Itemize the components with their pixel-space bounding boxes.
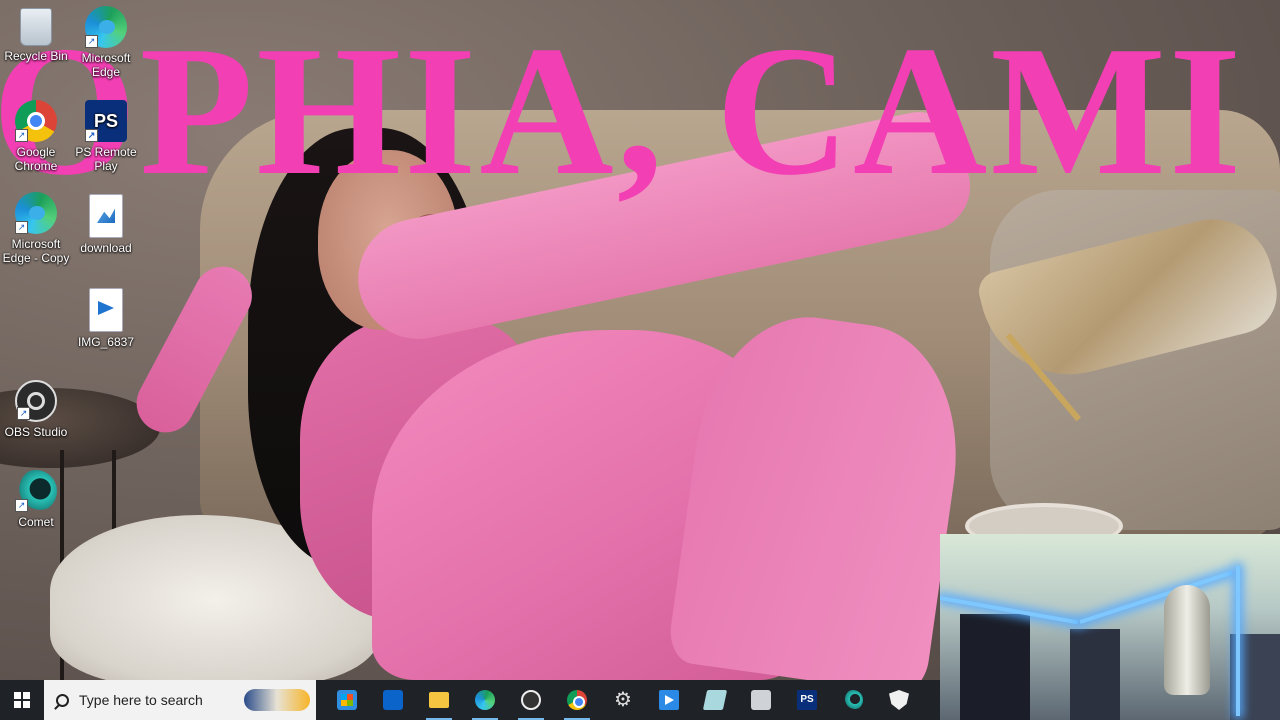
desktop-icon-comet[interactable]: ↗ Comet bbox=[0, 470, 72, 529]
search-highlight-icon bbox=[244, 689, 310, 711]
taskbar-notes[interactable] bbox=[692, 680, 738, 720]
taskbar-mail[interactable] bbox=[370, 680, 416, 720]
desktop-icon-label: download bbox=[80, 241, 132, 255]
taskbar-ps-remote-play[interactable]: PS bbox=[784, 680, 830, 720]
taskbar-obs-studio[interactable] bbox=[508, 680, 554, 720]
webcam-door bbox=[1070, 629, 1120, 720]
desktop-icon-label: IMG_6837 bbox=[77, 335, 135, 349]
desktop-icon-label: Recycle Bin bbox=[4, 49, 68, 63]
desktop-icon-download[interactable]: download bbox=[70, 194, 142, 255]
desktop-icon-label: Comet bbox=[18, 515, 54, 529]
taskbar-microsoft-edge[interactable] bbox=[462, 680, 508, 720]
desktop-icon-label: Microsoft Edge - Copy bbox=[2, 237, 70, 265]
edge-icon bbox=[475, 690, 495, 710]
desktop-icon-label: OBS Studio bbox=[4, 425, 68, 439]
webcam-led-strip bbox=[1236, 566, 1240, 716]
store-icon bbox=[337, 690, 357, 710]
video-icon bbox=[659, 690, 679, 710]
wallpaper-overlay-text: OPHIA, CAMI bbox=[0, 8, 1245, 214]
windows-logo-icon bbox=[14, 692, 30, 708]
image-file-icon bbox=[89, 194, 123, 238]
desktop-icon-label: Microsoft Edge bbox=[81, 51, 131, 79]
taskbar-search-box[interactable]: Type here to search bbox=[44, 680, 316, 720]
taskbar-windows-security[interactable] bbox=[876, 680, 922, 720]
ps-remote-play-icon: PS bbox=[797, 690, 817, 710]
desktop-icon-obs-studio[interactable]: ↗ OBS Studio bbox=[0, 380, 72, 439]
webcam-microphone bbox=[1164, 585, 1210, 695]
obs-icon bbox=[521, 690, 541, 710]
start-button[interactable] bbox=[0, 680, 44, 720]
desktop-icon-ps-remote-play[interactable]: PS ↗ PS Remote Play bbox=[70, 100, 142, 173]
desktop-icon-label: Google Chrome bbox=[14, 145, 58, 173]
webcam-curtain bbox=[960, 614, 1030, 720]
search-placeholder: Type here to search bbox=[79, 692, 203, 708]
desktop-icon-img-6837[interactable]: IMG_6837 bbox=[70, 288, 142, 349]
desktop-icon-recycle-bin[interactable]: Recycle Bin bbox=[0, 8, 72, 63]
edge-icon: ↗ bbox=[15, 192, 57, 234]
note-icon bbox=[702, 690, 728, 710]
taskbar-camera[interactable] bbox=[738, 680, 784, 720]
video-file-icon bbox=[89, 288, 123, 332]
desktop-icon-microsoft-edge-copy[interactable]: ↗ Microsoft Edge - Copy bbox=[0, 192, 72, 265]
camera-icon bbox=[751, 690, 771, 710]
taskbar-file-explorer[interactable] bbox=[416, 680, 462, 720]
taskbar-microsoft-store[interactable] bbox=[324, 680, 370, 720]
desktop-icon-microsoft-edge[interactable]: ↗ Microsoft Edge bbox=[70, 6, 142, 79]
recycle-bin-icon bbox=[20, 8, 52, 46]
desktop-icon-label: PS Remote Play bbox=[75, 145, 137, 173]
comet-icon: ↗ bbox=[15, 470, 57, 512]
taskbar-settings[interactable]: ⚙ bbox=[600, 680, 646, 720]
shield-icon bbox=[889, 690, 909, 710]
ps-remote-play-icon: PS ↗ bbox=[85, 100, 127, 142]
chrome-icon bbox=[567, 690, 587, 710]
desktop-icon-google-chrome[interactable]: ↗ Google Chrome bbox=[0, 100, 72, 173]
edge-icon: ↗ bbox=[85, 6, 127, 48]
taskbar-media-player[interactable] bbox=[646, 680, 692, 720]
folder-icon bbox=[429, 692, 449, 708]
gear-icon: ⚙ bbox=[614, 689, 632, 711]
comet-icon bbox=[843, 690, 863, 710]
search-icon bbox=[56, 693, 69, 707]
taskbar: Type here to search ⚙ PS bbox=[0, 680, 940, 720]
obs-icon: ↗ bbox=[15, 380, 57, 422]
chrome-icon: ↗ bbox=[15, 100, 57, 142]
taskbar-google-chrome[interactable] bbox=[554, 680, 600, 720]
mail-icon bbox=[383, 690, 403, 710]
webcam-overlay bbox=[940, 534, 1280, 720]
taskbar-comet[interactable] bbox=[830, 680, 876, 720]
